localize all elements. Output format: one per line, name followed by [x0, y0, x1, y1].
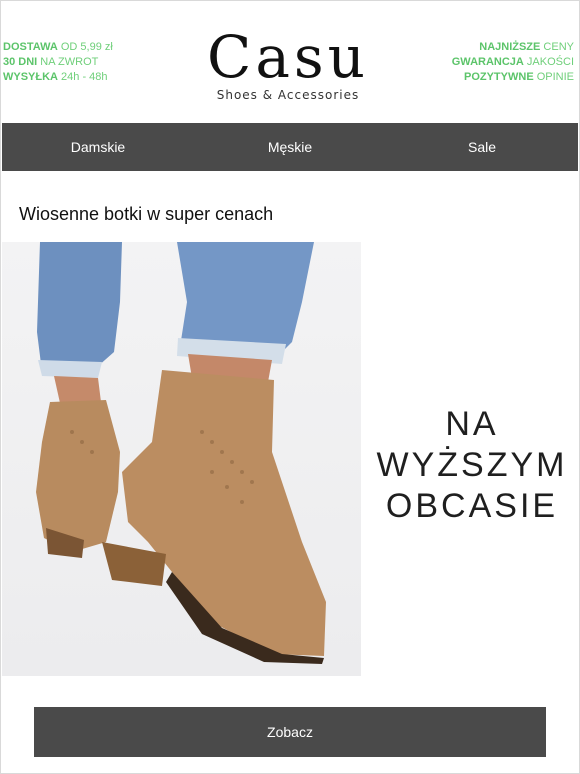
lowest-prices-line: NAJNIŻSZE CENY [479, 41, 574, 53]
shipping-line: DOSTAWA OD 5,99 zł [3, 41, 113, 53]
dispatch-line: WYSYŁKA 24h - 48h [3, 71, 108, 83]
promo-line: WYŻSZYM [376, 446, 568, 484]
guarantees: NAJNIŻSZE CENY GWARANCJA JAKOŚCI POZYTYW… [452, 40, 574, 85]
returns-line: 30 DNI NA ZWROT [3, 56, 99, 68]
see-more-button[interactable]: Zobacz [34, 707, 546, 757]
header: DOSTAWA OD 5,99 zł 30 DNI NA ZWROT WYSYŁ… [0, 0, 580, 122]
promo-line: NA [445, 405, 499, 443]
logo-subtitle: Shoes & Accessories [216, 88, 360, 102]
reviews-line: POZYTYWNE OPINIE [463, 71, 574, 83]
brand-logo[interactable]: Casu Shoes & Accessories [188, 22, 388, 112]
promo-headline: NA WYŻSZYM OBCASIE [372, 404, 572, 527]
main-nav: Damskie Męskie Sale [2, 123, 578, 171]
nav-item-damskie[interactable]: Damskie [2, 123, 194, 171]
shipping-info: DOSTAWA OD 5,99 zł 30 DNI NA ZWROT WYSYŁ… [3, 40, 113, 85]
quality-line: GWARANCJA JAKOŚCI [451, 56, 574, 68]
section-title: Wiosenne botki w super cenach [19, 204, 274, 224]
nav-item-meskie[interactable]: Męskie [194, 123, 386, 171]
nav-item-sale[interactable]: Sale [386, 123, 578, 171]
promo-line: OBCASIE [385, 487, 559, 525]
logo-wordmark: Casu [206, 23, 370, 91]
ankle-boots-illustration [36, 242, 326, 664]
product-photo[interactable] [2, 242, 361, 676]
